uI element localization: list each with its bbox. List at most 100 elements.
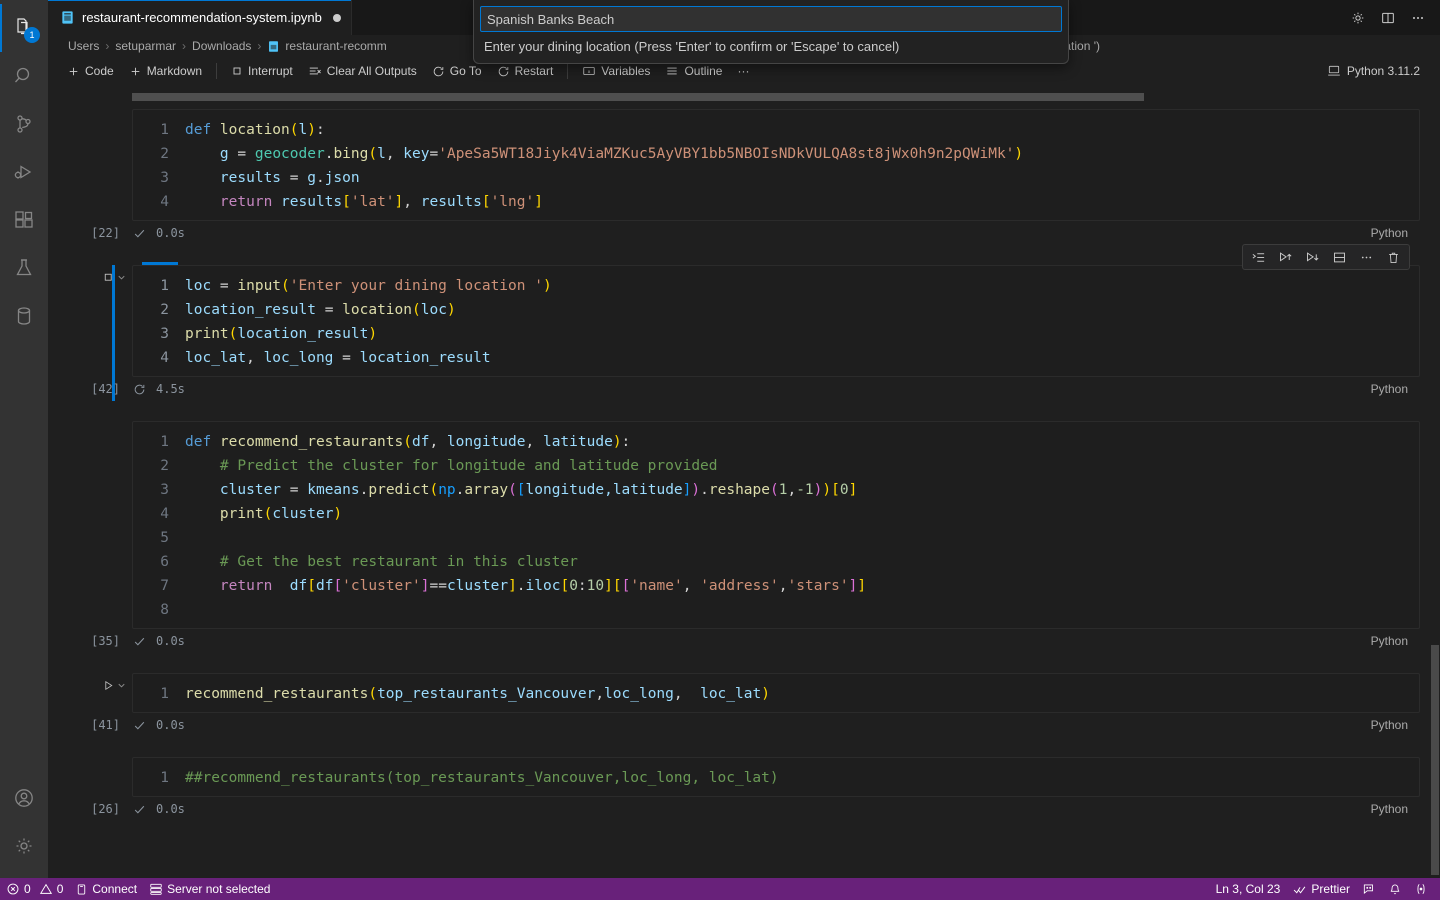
- code-text[interactable]: recommend_restaurants(top_restaurants_Va…: [185, 682, 1419, 706]
- more-actions-button[interactable]: [1404, 4, 1432, 32]
- code-text[interactable]: return df[df['cluster']==cluster].iloc[0…: [185, 574, 1419, 598]
- sidebar-item-search[interactable]: [0, 52, 48, 100]
- cell-source[interactable]: 1 recommend_restaurants(top_restaurants_V…: [133, 674, 1419, 712]
- toolbar-more-button[interactable]: ···: [730, 62, 756, 80]
- cell-language-label[interactable]: Python: [1371, 382, 1408, 396]
- cell-language-label[interactable]: Python: [1371, 634, 1408, 648]
- split-cell-button[interactable]: [1327, 246, 1352, 268]
- code-text[interactable]: # Predict the cluster for longitude and …: [185, 454, 1419, 478]
- code-text[interactable]: location_result = location(loc): [185, 298, 1419, 322]
- restart-button[interactable]: Restart: [490, 62, 561, 80]
- cell-editor[interactable]: 1 ##recommend_restaurants(top_restaurants…: [132, 757, 1420, 797]
- split-editor-button[interactable]: [1374, 4, 1402, 32]
- code-text[interactable]: def recommend_restaurants(df, longitude,…: [185, 430, 1419, 454]
- breadcrumb-item-4[interactable]: cation '): [1058, 39, 1440, 53]
- feedback-button[interactable]: [1356, 878, 1382, 900]
- execute-above-cells-button[interactable]: [1273, 246, 1298, 268]
- jupyter-server-status[interactable]: Server not selected: [143, 878, 276, 900]
- execute-cell-and-below-button[interactable]: [1300, 246, 1325, 268]
- code-text[interactable]: [185, 598, 1419, 622]
- cell-chevron-button[interactable]: [116, 680, 127, 691]
- notebook-cell[interactable]: 1 def location(l): 2 g = geocoder.bing(l, …: [91, 109, 1420, 245]
- clear-all-outputs-button[interactable]: Clear All Outputs: [301, 62, 424, 80]
- code-text[interactable]: [185, 526, 1419, 550]
- kernel-picker[interactable]: Python 3.11.2: [1319, 62, 1428, 80]
- go-to-button[interactable]: Go To: [425, 62, 489, 80]
- cell-source[interactable]: 1 def recommend_restaurants(df, longitude…: [133, 422, 1419, 628]
- cell-editor[interactable]: 1 def recommend_restaurants(df, longitude…: [132, 421, 1420, 629]
- code-text[interactable]: results = g.json: [185, 166, 1419, 190]
- prettier-status[interactable]: Prettier: [1286, 878, 1356, 900]
- testing-icon: [16, 259, 32, 276]
- code-text[interactable]: ##recommend_restaurants(top_restaurants_…: [185, 766, 1419, 790]
- outline-button[interactable]: Outline: [658, 62, 729, 80]
- sidebar-item-extensions[interactable]: [0, 196, 48, 244]
- success-check-icon: [132, 227, 146, 240]
- cell-chevron-button[interactable]: [116, 272, 127, 283]
- notebook-cell[interactable]: 1 recommend_restaurants(top_restaurants_V…: [91, 673, 1420, 737]
- notebook-cell[interactable]: 1 loc = input('Enter your dining location…: [91, 244, 1420, 401]
- cell-source[interactable]: 1 ##recommend_restaurants(top_restaurants…: [133, 758, 1419, 796]
- cell-editor[interactable]: 1 loc = input('Enter your dining location…: [132, 265, 1420, 377]
- scrollbar-thumb[interactable]: [1431, 645, 1439, 875]
- code-text[interactable]: print(location_result): [185, 322, 1419, 346]
- editor-tab-notebook[interactable]: restaurant-recommendation-system.ipynb: [48, 0, 352, 35]
- cell-editor[interactable]: 1 def location(l): 2 g = geocoder.bing(l, …: [132, 109, 1420, 221]
- cell-source[interactable]: 1 def location(l): 2 g = geocoder.bing(l, …: [133, 110, 1419, 220]
- scrollbar-thumb[interactable]: [132, 93, 1144, 101]
- add-markdown-cell-button[interactable]: Markdown: [122, 62, 209, 80]
- cell-language-label[interactable]: Python: [1371, 226, 1408, 240]
- stop-cell-button[interactable]: [102, 271, 115, 284]
- dining-location-input[interactable]: [480, 6, 1062, 32]
- code-line: 1 loc = input('Enter your dining location…: [133, 274, 1419, 298]
- variables-button[interactable]: x Variables: [575, 62, 657, 80]
- code-text[interactable]: return results['lat'], results['lng']: [185, 190, 1419, 214]
- svg-text:x: x: [588, 70, 591, 75]
- breadcrumb-item-3[interactable]: restaurant-recomm: [267, 39, 387, 53]
- sidebar-item-database[interactable]: [0, 292, 48, 340]
- remote-indicator[interactable]: [1408, 878, 1434, 900]
- code-text[interactable]: def location(l):: [185, 118, 1419, 142]
- manage-settings-button[interactable]: [0, 822, 48, 870]
- code-text[interactable]: # Get the best restaurant in this cluste…: [185, 550, 1419, 574]
- notebook-vertical-scrollbar[interactable]: [1430, 85, 1440, 878]
- execution-count: [42]: [91, 382, 120, 396]
- cell-status-bar: [26] 0.0s Python: [91, 797, 1420, 821]
- cursor-position-status[interactable]: Ln 3, Col 23: [1210, 878, 1287, 900]
- more-actions-button[interactable]: [1354, 246, 1379, 268]
- cell-source[interactable]: 1 loc = input('Enter your dining location…: [133, 266, 1419, 376]
- notifications-button[interactable]: [1382, 878, 1408, 900]
- sidebar-item-run-and-debug[interactable]: [0, 148, 48, 196]
- code-text[interactable]: loc = input('Enter your dining location …: [185, 274, 1419, 298]
- sidebar-item-explorer[interactable]: 1: [0, 4, 48, 52]
- line-number: 4: [160, 350, 169, 366]
- cell-language-label[interactable]: Python: [1371, 802, 1408, 816]
- sidebar-item-testing[interactable]: [0, 244, 48, 292]
- breadcrumb-item-0[interactable]: Users: [68, 39, 99, 53]
- sidebar-item-source-control[interactable]: [0, 100, 48, 148]
- code-text[interactable]: g = geocoder.bing(l, key='ApeSa5WT18Jiyk…: [185, 142, 1419, 166]
- account-button[interactable]: [0, 774, 48, 822]
- variables-icon: x: [583, 67, 595, 75]
- run-cell-button[interactable]: [102, 679, 115, 692]
- breadcrumb-item-2[interactable]: Downloads: [192, 39, 251, 53]
- breadcrumb-item-1[interactable]: setuparmar: [115, 39, 176, 53]
- cell-editor[interactable]: 1 recommend_restaurants(top_restaurants_V…: [132, 673, 1420, 713]
- connect-button[interactable]: Connect: [69, 878, 143, 900]
- code-text[interactable]: cluster = kmeans.predict(np.array([longi…: [185, 478, 1419, 502]
- code-text[interactable]: loc_lat, loc_long = location_result: [185, 346, 1419, 370]
- toolbar-divider: [567, 63, 569, 79]
- add-code-cell-button[interactable]: Code: [60, 62, 121, 80]
- editor-settings-button[interactable]: [1344, 4, 1372, 32]
- interrupt-button[interactable]: Interrupt: [224, 62, 300, 80]
- line-number: 2: [160, 302, 169, 318]
- notebook-cell[interactable]: 1 def recommend_restaurants(df, longitude…: [91, 421, 1420, 653]
- notebook-cell[interactable]: 1 ##recommend_restaurants(top_restaurants…: [91, 757, 1420, 821]
- cell-language-label[interactable]: Python: [1371, 718, 1408, 732]
- code-text[interactable]: print(cluster): [185, 502, 1419, 526]
- notebook-horizontal-scrollbar[interactable]: [132, 93, 1420, 101]
- problems-status[interactable]: 0 0: [0, 878, 69, 900]
- warning-icon: [39, 883, 52, 894]
- delete-cell-button[interactable]: [1381, 246, 1406, 268]
- run-by-line-button[interactable]: [1246, 246, 1271, 268]
